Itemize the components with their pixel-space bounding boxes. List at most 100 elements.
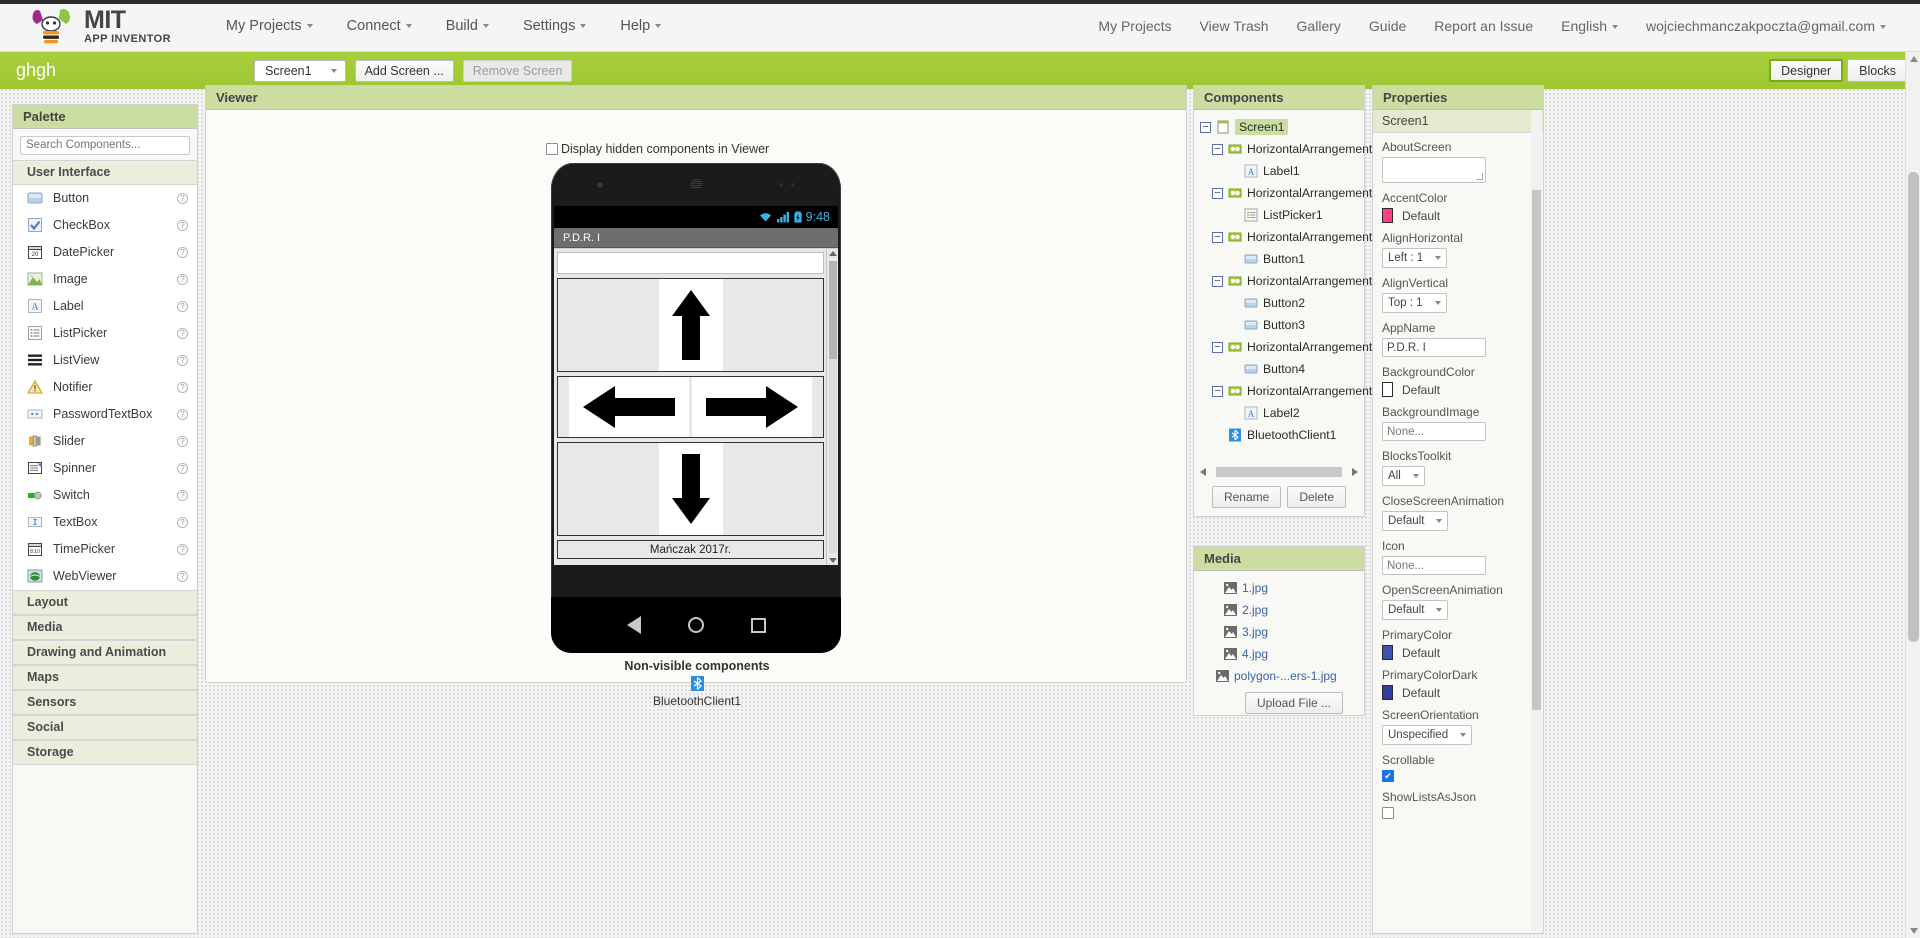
help-icon[interactable]: ? [177,516,188,528]
palette-item-datepicker[interactable]: 20 DatePicker ? [13,239,197,266]
button4-preview[interactable] [658,443,723,535]
palette-category-social[interactable]: Social [13,714,197,740]
tree-node-horizontalarrangement6[interactable]: − HorizontalArrangement6 [1194,380,1379,402]
media-file-item[interactable]: 1.jpg [1224,577,1364,599]
help-icon[interactable]: ? [177,300,188,312]
tree-node-label1[interactable]: A Label1 [1194,160,1364,182]
primarycolor-value[interactable]: Default [1382,645,1534,660]
showlistsasjson-checkbox[interactable] [1382,807,1394,819]
non-visible-component-bluetoothclient1[interactable]: BluetoothClient1 [206,676,1188,708]
screen-scrollbar[interactable] [826,249,838,565]
help-icon[interactable]: ? [177,543,188,555]
palette-item-switch[interactable]: Switch ? [13,482,197,509]
tree-node-button4[interactable]: Button4 [1194,358,1364,380]
remove-screen-button[interactable]: Remove Screen [462,59,573,82]
link-guide[interactable]: Guide [1369,18,1406,34]
scrollbar-thumb[interactable] [1216,467,1342,477]
link-my-projects[interactable]: My Projects [1098,18,1171,34]
display-hidden-components-row[interactable]: Display hidden components in Viewer [546,142,769,156]
mit-app-inventor-logo[interactable]: MIT APP INVENTOR [30,7,171,47]
palette-item-listpicker[interactable]: ListPicker ? [13,320,197,347]
language-selector[interactable]: English [1561,18,1619,34]
scroll-left-icon[interactable] [1200,468,1206,476]
palette-item-notifier[interactable]: Notifier ? [13,374,197,401]
upload-file-button[interactable]: Upload File ... [1244,692,1344,714]
menu-my-projects[interactable]: My Projects [226,18,313,34]
scroll-up-icon[interactable] [1910,56,1918,62]
menu-build[interactable]: Build [446,18,489,34]
link-view-trash[interactable]: View Trash [1200,18,1269,34]
horizontalarrangement4-preview[interactable] [557,376,824,438]
help-icon[interactable]: ? [177,219,188,231]
palette-category-sensors[interactable]: Sensors [13,689,197,715]
nav-recents-icon[interactable] [750,617,766,633]
scroll-down-icon[interactable] [1910,928,1918,934]
aboutscreen-textarea[interactable] [1382,157,1486,183]
palette-category-layout[interactable]: Layout [13,589,197,615]
palette-item-spinner[interactable]: Spinner ? [13,455,197,482]
nav-home-icon[interactable] [687,617,704,633]
collapse-icon[interactable]: − [1212,385,1223,397]
collapse-icon[interactable]: − [1212,187,1223,199]
page-scrollbar[interactable] [1905,52,1920,938]
palette-item-slider[interactable]: Slider ? [13,428,197,455]
tree-node-horizontalarrangement2[interactable]: − HorizontalArrangement2 [1194,138,1379,160]
help-icon[interactable]: ? [177,327,188,339]
tree-node-button2[interactable]: Button2 [1194,292,1364,314]
palette-category-drawing-and-animation[interactable]: Drawing and Animation [13,639,197,665]
help-icon[interactable]: ? [177,570,188,582]
scroll-up-icon[interactable] [828,251,837,256]
rename-button[interactable]: Rename [1211,486,1282,508]
palette-category-media[interactable]: Media [13,614,197,640]
palette-item-label[interactable]: A Label ? [13,293,197,320]
listpicker1-preview[interactable] [557,252,824,274]
search-components-input[interactable] [20,135,190,155]
button3-preview[interactable] [692,377,812,437]
scrollable-checkbox[interactable]: ✔ [1382,770,1394,782]
scroll-down-icon[interactable] [828,558,837,563]
link-gallery[interactable]: Gallery [1297,18,1341,34]
palette-item-checkbox[interactable]: CheckBox ? [13,212,197,239]
help-icon[interactable]: ? [177,408,188,420]
backgroundimage-input[interactable]: None... [1382,422,1486,441]
help-icon[interactable]: ? [177,246,188,258]
add-screen-button[interactable]: Add Screen ... [354,59,454,82]
palette-item-button[interactable]: Button ? [13,185,197,212]
help-icon[interactable]: ? [177,462,188,474]
delete-button[interactable]: Delete [1287,486,1347,508]
tree-node-horizontalarrangement4[interactable]: − HorizontalArrangement4 [1194,270,1379,292]
help-icon[interactable]: ? [177,354,188,366]
help-icon[interactable]: ? [177,489,188,501]
alignvertical-select[interactable]: Top : 1 [1382,293,1447,313]
tree-node-horizontalarrangement5[interactable]: − HorizontalArrangement5 [1194,336,1379,358]
scroll-right-icon[interactable] [1352,468,1358,476]
tree-node-bluetoothclient1[interactable]: BluetoothClient1 [1194,424,1364,446]
collapse-icon[interactable]: − [1212,341,1223,353]
icon-input[interactable]: None... [1382,556,1486,575]
palette-item-image[interactable]: Image ? [13,266,197,293]
palette-category-user-interface[interactable]: User Interface [13,159,197,185]
properties-scrollbar[interactable] [1531,110,1542,932]
help-icon[interactable]: ? [177,192,188,204]
palette-category-maps[interactable]: Maps [13,664,197,690]
scrollbar-thumb[interactable] [1908,172,1919,642]
tree-node-horizontalarrangement1[interactable]: − HorizontalArrangement1 [1194,182,1379,204]
help-icon[interactable]: ? [177,381,188,393]
tab-blocks[interactable]: Blocks [1847,59,1908,82]
backgroundcolor-value[interactable]: Default [1382,382,1534,397]
palette-item-listview[interactable]: ListView ? [13,347,197,374]
scrollbar-thumb[interactable] [829,261,837,359]
collapse-icon[interactable]: − [1212,275,1223,287]
tree-node-listpicker1[interactable]: ListPicker1 [1194,204,1364,226]
tree-node-button3[interactable]: Button3 [1194,314,1364,336]
accentcolor-value[interactable]: Default [1382,208,1534,223]
help-icon[interactable]: ? [177,273,188,285]
primarycolordark-value[interactable]: Default [1382,685,1534,700]
collapse-icon[interactable]: − [1200,121,1211,133]
scrollbar-thumb[interactable] [1532,190,1541,710]
link-report-an-issue[interactable]: Report an Issue [1434,18,1533,34]
menu-help[interactable]: Help [620,18,662,34]
help-icon[interactable]: ? [177,435,188,447]
tree-node-label2[interactable]: A Label2 [1194,402,1364,424]
collapse-icon[interactable]: − [1212,231,1223,243]
